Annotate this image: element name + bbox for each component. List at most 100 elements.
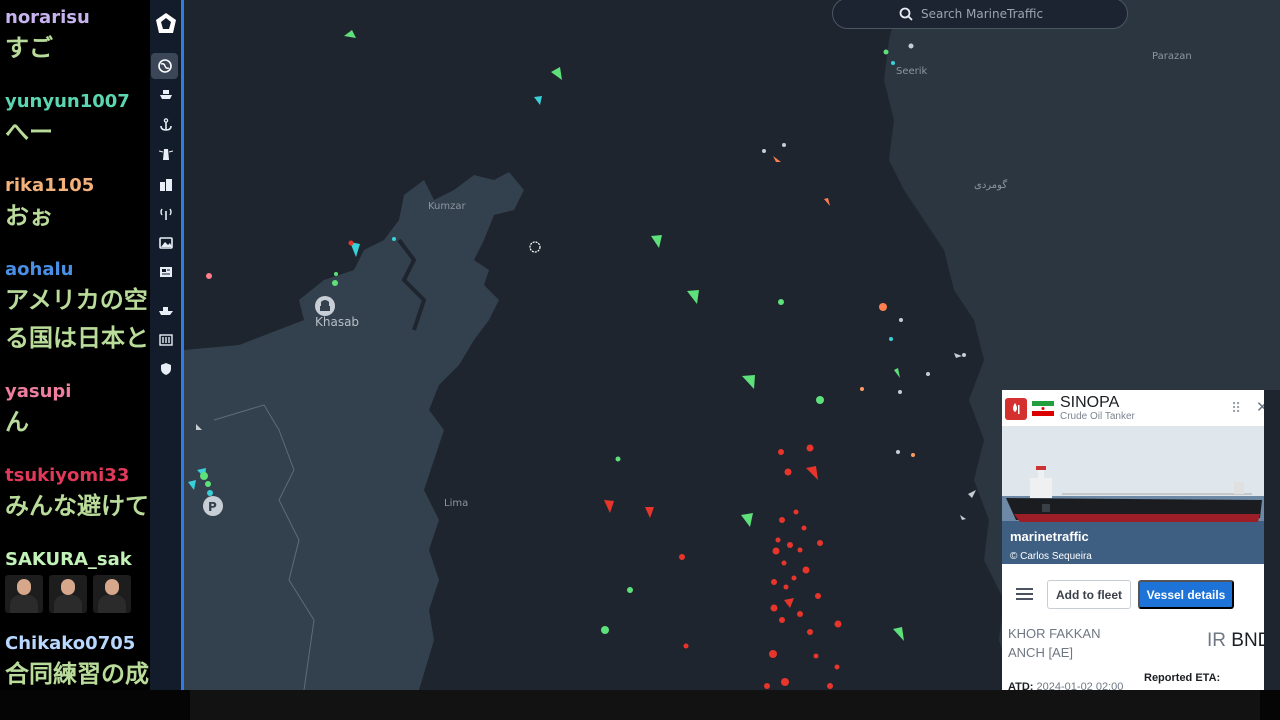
chat-username: tsukiyomi33 (5, 465, 130, 486)
map-label-kumzar: Kumzar (428, 201, 466, 212)
reported-eta-label: Reported ETA: (1144, 672, 1221, 684)
chat-username: yasupi (5, 381, 72, 402)
vessel-marker (960, 515, 966, 520)
vessel-marker (651, 235, 662, 248)
destination-line2: ANCH [AE] (1008, 645, 1074, 660)
vessel-marker (954, 353, 962, 358)
chat-emote-row (5, 575, 132, 613)
departure-port: IR BND (1207, 630, 1264, 652)
emote-image (49, 575, 87, 613)
nav-security-shield-icon[interactable] (150, 356, 181, 382)
photo-credit: © Carlos Sequeira (1010, 551, 1092, 562)
vessel-details-button[interactable]: Vessel details (1138, 580, 1234, 609)
chat-message: yasupi ん (5, 381, 71, 441)
drag-handle-icon[interactable]: ⠿ (1231, 401, 1241, 417)
vessel-marker (604, 500, 614, 513)
map-label-lima: Lima (444, 498, 469, 509)
chat-message: aohalu アメリカの空 る国は日本と (5, 259, 149, 357)
destination-line1: KHOR FAKKAN (1008, 626, 1101, 641)
vessel-info-card[interactable]: SINOPA Crude Oil Tanker ⠿ ✕ marinetraffi… (1002, 390, 1264, 690)
atd-label: ATD: (1008, 681, 1034, 690)
vessel-marker (773, 156, 781, 162)
chat-message: norarisu すご (5, 7, 90, 67)
nav-buildings-icon[interactable] (150, 171, 181, 197)
nav-lighthouse-icon[interactable] (150, 141, 181, 167)
menu-icon[interactable] (1016, 588, 1033, 600)
vessel-marker (344, 30, 356, 38)
map-label-seerik: Seerik (896, 66, 928, 77)
map-strip (1264, 390, 1280, 690)
nav-ports-anchor-icon[interactable] (150, 112, 181, 138)
vessel-marker (784, 598, 794, 608)
chat-username: rika1105 (5, 175, 95, 196)
port-country: IR (1207, 630, 1226, 651)
search-bar[interactable] (832, 0, 1128, 29)
chat-message: SAKURA_sak (5, 549, 132, 613)
mouse-cursor-icon (529, 241, 541, 253)
add-to-fleet-button[interactable]: Add to fleet (1047, 580, 1131, 609)
port-khasab-icon (315, 296, 335, 316)
vessel-marker (806, 466, 818, 480)
vessel-card-header: SINOPA Crude Oil Tanker ⠿ ✕ (1002, 390, 1264, 426)
chat-message: tsukiyomi33 みんな避けて (5, 465, 149, 525)
vessel-type: Crude Oil Tanker (1060, 411, 1135, 422)
vessel-marker (687, 290, 699, 304)
chat-message: Chikako0705 合同練習の成 (5, 633, 149, 693)
vessel-marker (551, 67, 562, 80)
chat-username: yunyun1007 (5, 91, 130, 112)
nav-rail (150, 0, 184, 690)
emote-image (5, 575, 43, 613)
nav-antenna-icon[interactable] (150, 200, 181, 226)
photo-brand: marinetraffic (1010, 529, 1089, 544)
chat-text-line2: る国は日本と (5, 324, 149, 352)
chat-text: おぉ (5, 202, 53, 230)
atd-value: 2024-01-02 02:00 (1036, 681, 1124, 690)
chat-text: すご (5, 34, 53, 62)
iran-flag-icon (1032, 401, 1054, 416)
nav-fleet-icon[interactable] (150, 297, 181, 323)
search-icon (899, 7, 913, 21)
nav-news-icon[interactable] (150, 259, 181, 285)
screen: norarisu すご yunyun1007 へー rika1105 おぉ ao… (0, 0, 1280, 720)
search-input[interactable] (921, 6, 1111, 21)
chat-username: Chikako0705 (5, 633, 136, 654)
atd-row: ATD: 2024-01-02 02:00 (1008, 681, 1123, 690)
vessel-name: SINOPA (1060, 394, 1120, 411)
port-marker-icon: P (203, 496, 223, 516)
vessel-marker (742, 375, 755, 389)
chat-text: へー (5, 118, 53, 146)
chat-text: アメリカの空 (5, 286, 148, 314)
marinetraffic-logo-icon[interactable] (150, 9, 181, 37)
emote-image (93, 575, 131, 613)
bottom-bar (0, 690, 1280, 720)
bottom-bar-strip (190, 690, 1260, 720)
close-icon[interactable]: ✕ (1256, 398, 1264, 416)
chat-username: SAKURA_sak (5, 549, 132, 570)
destination: KHOR FAKKAN ANCH [AE] (1008, 624, 1128, 662)
chat-message: rika1105 おぉ (5, 175, 94, 235)
map-label-khasab: Khasab (315, 315, 360, 329)
svg-text:P: P (208, 500, 217, 514)
vessel-marker (893, 627, 904, 641)
vessel-marker (534, 96, 542, 105)
chat-text: みんな避けて (5, 492, 149, 520)
nav-photos-icon[interactable] (150, 230, 181, 256)
vessel-marker (894, 368, 900, 378)
map-label-gowmordi: گومردی (974, 180, 1008, 191)
vessel-photo[interactable]: marinetraffic © Carlos Sequeira (1002, 426, 1264, 564)
chat-username: aohalu (5, 259, 74, 280)
map-label-parazan: Parazan (1152, 51, 1192, 62)
vessel-marker (968, 490, 976, 498)
vessel-marker (645, 507, 654, 518)
tanker-type-icon (1005, 398, 1027, 420)
vessel-marker (824, 198, 830, 206)
chat-message: yunyun1007 へー (5, 91, 130, 151)
nav-vessels-ship-icon[interactable] (150, 82, 181, 108)
chat-text: ん (5, 408, 29, 436)
port-code: BND (1231, 630, 1264, 651)
vessel-marker (741, 513, 753, 527)
chat-text: 合同練習の成 (5, 660, 149, 688)
nav-barcode-icon[interactable] (150, 327, 181, 353)
nav-map-globe-icon[interactable] (151, 53, 178, 79)
chat-panel: norarisu すご yunyun1007 へー rika1105 おぉ ao… (0, 0, 150, 720)
